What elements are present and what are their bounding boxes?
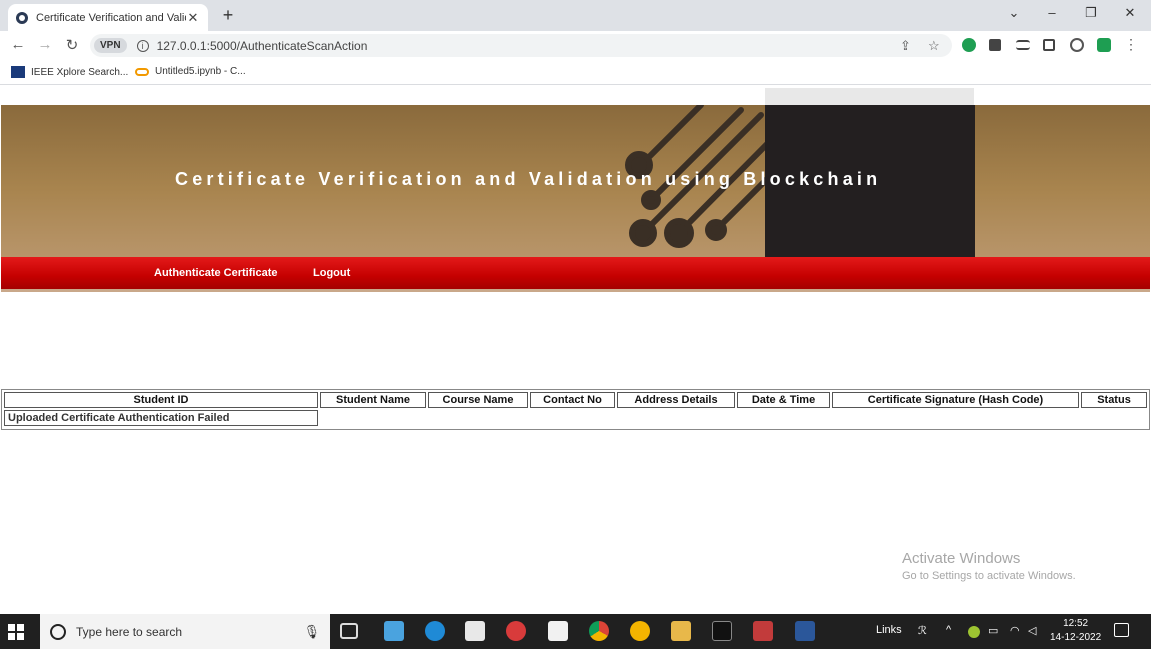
col-address-details: Address Details	[617, 392, 735, 408]
terminal-icon[interactable]	[712, 621, 732, 641]
close-tab-icon[interactable]: ✕	[186, 10, 200, 26]
tray-chevron-icon[interactable]: ^	[946, 624, 951, 636]
people-icon[interactable]: ℛ	[918, 624, 927, 637]
colab-icon	[135, 67, 149, 76]
col-status: Status	[1081, 392, 1147, 408]
col-course-name: Course Name	[428, 392, 528, 408]
search-circle-icon	[50, 623, 66, 640]
task-view-icon[interactable]	[340, 623, 358, 639]
reading-list-icon[interactable]	[1016, 40, 1030, 50]
tab-search-icon[interactable]: ⌄	[1004, 5, 1024, 21]
main-nav: Authenticate Certificate Logout	[1, 257, 1150, 292]
extensions-puzzle-icon[interactable]	[989, 39, 1001, 51]
app-red-icon[interactable]	[506, 621, 526, 641]
security-extension-icon[interactable]	[1097, 38, 1111, 52]
site-favicon-icon	[16, 11, 28, 24]
start-windows-icon[interactable]	[8, 624, 24, 640]
restore-button[interactable]: ❐	[1081, 5, 1101, 21]
back-icon[interactable]: ←	[9, 36, 27, 53]
battery-icon[interactable]: ▭	[988, 624, 998, 637]
close-window-button[interactable]: ✕	[1120, 5, 1140, 21]
vpn-badge[interactable]: VPN	[94, 38, 127, 53]
search-placeholder: Type here to search	[76, 624, 183, 639]
document-app-icon[interactable]	[548, 621, 568, 641]
chrome-profile-icon[interactable]	[630, 621, 650, 641]
col-student-id: Student ID	[4, 392, 318, 408]
bookmark-label: Untitled5.ipynb - C...	[155, 66, 246, 77]
bookmark-label: IEEE Xplore Search...	[31, 66, 129, 78]
browser-tabstrip: Certificate Verification and Valida ✕ + …	[0, 0, 1151, 31]
taskbar-search[interactable]: Type here to search 🎙	[40, 614, 330, 649]
volume-icon[interactable]: ◁	[1028, 624, 1036, 637]
results-table-container: Student ID Student Name Course Name Cont…	[1, 389, 1150, 430]
app-install-icon[interactable]	[753, 621, 773, 641]
chrome-icon[interactable]	[589, 621, 609, 641]
table-header-row: Student ID Student Name Course Name Cont…	[4, 392, 1147, 408]
url-text[interactable]: 127.0.0.1:5000/AuthenticateScanAction	[157, 39, 368, 53]
forward-icon[interactable]: →	[36, 36, 54, 53]
word-icon[interactable]	[795, 621, 815, 641]
nav-logout[interactable]: Logout	[313, 267, 350, 279]
tray-app-icon[interactable]	[968, 626, 980, 638]
nav-authenticate-certificate[interactable]: Authenticate Certificate	[154, 267, 277, 279]
new-tab-button[interactable]: +	[218, 5, 238, 26]
browser-menu-icon[interactable]: ⋮	[1122, 36, 1140, 53]
reload-icon[interactable]: ↻	[63, 36, 81, 54]
notes-app-icon[interactable]	[384, 621, 404, 641]
store-icon[interactable]	[465, 621, 485, 641]
site-header-banner: Certificate Verification and Validation …	[1, 105, 1150, 257]
windows-taskbar: Type here to search 🎙 Links ℛ ^ ▭ ◠ ◁ 12…	[0, 614, 1151, 649]
watermark-line1: Activate Windows	[902, 550, 1021, 567]
watermark-line2: Go to Settings to activate Windows.	[902, 570, 1076, 582]
tab-title: Certificate Verification and Valida	[36, 11, 186, 24]
col-date-time: Date & Time	[737, 392, 830, 408]
microphone-icon[interactable]: 🎙	[303, 624, 320, 640]
header-accent-strip	[765, 88, 974, 105]
table-row: Uploaded Certificate Authentication Fail…	[4, 410, 1147, 426]
extension-shield-icon[interactable]	[962, 38, 976, 52]
results-table: Student ID Student Name Course Name Cont…	[2, 390, 1149, 428]
activate-windows-watermark: Activate Windows Go to Settings to activ…	[902, 550, 1076, 582]
share-icon[interactable]: ⇪	[900, 38, 911, 54]
bookmarks-bar: IEEE Xplore Search... Untitled5.ipynb - …	[0, 60, 1151, 85]
minimize-button[interactable]: –	[1042, 5, 1062, 20]
col-certificate-signature: Certificate Signature (Hash Code)	[832, 392, 1079, 408]
site-info-icon[interactable]: i	[136, 39, 149, 52]
bookmark-colab[interactable]: Untitled5.ipynb - C...	[135, 66, 246, 77]
bookmark-ieee[interactable]: IEEE Xplore Search...	[11, 66, 128, 78]
links-toolbar[interactable]: Links	[876, 624, 902, 636]
page-title: Certificate Verification and Validation …	[175, 169, 882, 189]
col-student-name: Student Name	[320, 392, 426, 408]
col-contact-no: Contact No	[530, 392, 615, 408]
address-bar[interactable]: VPN i 127.0.0.1:5000/AuthenticateScanAct…	[90, 34, 952, 57]
bookmark-star-icon[interactable]: ☆	[928, 38, 940, 54]
file-explorer-icon[interactable]	[671, 621, 691, 641]
side-panel-icon[interactable]	[1043, 39, 1055, 51]
taskbar-clock[interactable]: 12:52 14-12-2022	[1050, 617, 1101, 645]
clock-time: 12:52	[1063, 618, 1089, 629]
edge-icon[interactable]	[425, 621, 445, 641]
browser-tab[interactable]: Certificate Verification and Valida ✕	[8, 4, 208, 31]
ieee-icon	[11, 66, 25, 78]
clock-date: 14-12-2022	[1050, 632, 1102, 643]
auth-failed-message: Uploaded Certificate Authentication Fail…	[4, 410, 318, 426]
profile-icon[interactable]	[1070, 38, 1084, 52]
wifi-icon[interactable]: ◠	[1010, 624, 1020, 637]
notifications-icon[interactable]	[1114, 623, 1129, 637]
browser-toolbar: ← → ↻ VPN i 127.0.0.1:5000/AuthenticateS…	[0, 31, 1151, 60]
